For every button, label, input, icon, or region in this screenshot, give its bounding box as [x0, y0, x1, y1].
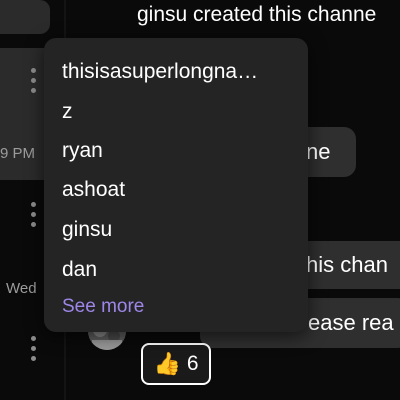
popover-user-item[interactable]: thisisasuperlongna… [62, 61, 258, 82]
reaction-pill[interactable]: 👍 6 [141, 343, 211, 385]
message-text: ne [306, 139, 331, 164]
popover-user-item[interactable]: ginsu [62, 219, 112, 240]
more-options-icon[interactable] [31, 68, 37, 93]
popover-user-item[interactable]: ryan [62, 140, 103, 161]
system-message: ginsu created this channe [137, 3, 377, 26]
thread-time: Wed [6, 280, 37, 297]
more-options-icon[interactable] [31, 336, 37, 361]
popover-user-item[interactable]: dan [62, 259, 97, 280]
thumbs-up-icon: 👍 [153, 351, 181, 376]
reactions-user-popover: thisisasuperlongna… z ryan ashoat ginsu … [44, 38, 308, 332]
popover-user-item[interactable]: ashoat [62, 179, 125, 200]
see-more-link[interactable]: See more [62, 297, 144, 316]
thread-time: 9 PM [0, 145, 36, 162]
more-options-icon[interactable] [31, 202, 37, 227]
popover-user-item[interactable]: z [62, 101, 73, 122]
reaction-count: 6 [186, 352, 199, 375]
message-text: his chan [306, 252, 388, 277]
thread-card[interactable] [0, 0, 50, 34]
message-text: ease rea [308, 310, 394, 335]
